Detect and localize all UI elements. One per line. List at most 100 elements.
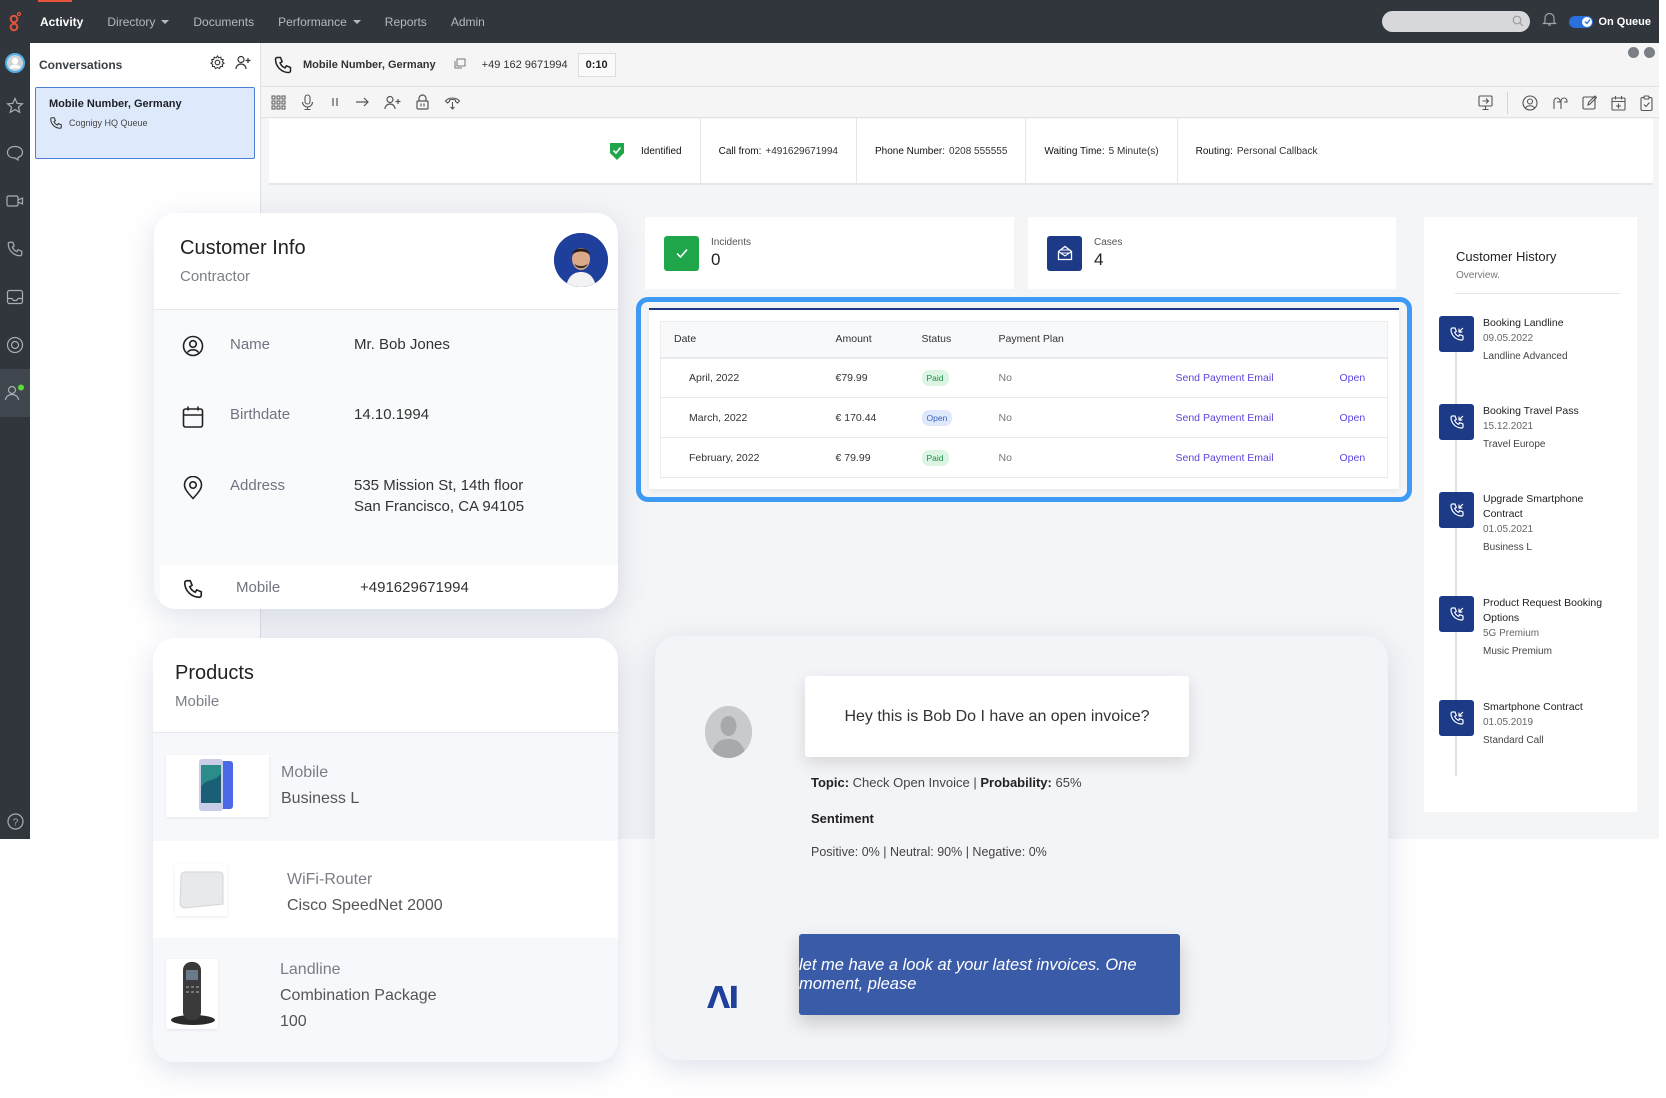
- open-invoice-link[interactable]: Open: [1340, 372, 1366, 384]
- incoming-call-icon[interactable]: [1439, 404, 1474, 440]
- history-subtitle: Overview.: [1456, 270, 1500, 281]
- nav-activity[interactable]: Activity: [40, 15, 83, 29]
- nav-performance[interactable]: Performance: [278, 15, 361, 29]
- gear-icon[interactable]: [210, 54, 225, 75]
- product-item[interactable]: WiFi-Router Cisco SpeedNet 2000: [153, 841, 618, 938]
- product-item[interactable]: Landline Combination Package 100: [153, 938, 618, 1062]
- agent-status-icon[interactable]: [0, 369, 30, 417]
- next-icon[interactable]: [1644, 47, 1655, 58]
- add-participant-icon[interactable]: [235, 55, 251, 75]
- panel-nav: [1628, 47, 1655, 58]
- column-header-action: [1175, 321, 1330, 359]
- genesys-logo-icon[interactable]: [0, 0, 30, 43]
- customer-info-title: Customer Info: [180, 237, 306, 259]
- address-line-2: San Francisco, CA 94105: [354, 498, 525, 515]
- disconnect-icon[interactable]: [444, 95, 461, 110]
- cases-card[interactable]: Cases 4: [1028, 217, 1396, 289]
- ai-message-bubble: let me have a look at your latest invoic…: [799, 934, 1180, 1015]
- edit-note-icon[interactable]: [1582, 95, 1597, 110]
- inbox-icon[interactable]: [0, 273, 30, 321]
- incoming-call-icon[interactable]: [1439, 596, 1474, 632]
- toggle-switch[interactable]: [1569, 15, 1594, 28]
- history-item-title: Upgrade Smartphone Contract: [1483, 493, 1584, 520]
- contact-icon[interactable]: [1522, 94, 1538, 111]
- bell-icon[interactable]: [1542, 11, 1558, 32]
- nav-reports[interactable]: Reports: [385, 15, 427, 29]
- field-label: Call from:: [718, 145, 762, 157]
- cases-count: 4: [1094, 249, 1104, 269]
- call-name: Mobile Number, Germany: [303, 58, 436, 71]
- screen-share-icon[interactable]: [1478, 94, 1493, 111]
- field-label: Name: [230, 336, 271, 353]
- history-item-title: Smartphone Contract: [1483, 701, 1583, 713]
- history-item-date: 5G Premium: [1483, 628, 1540, 639]
- product-detail: Cisco SpeedNet 2000: [287, 897, 443, 914]
- on-queue-toggle[interactable]: On Queue: [1569, 15, 1651, 28]
- send-payment-email-link[interactable]: Send Payment Email: [1176, 372, 1274, 384]
- invoice-date: February, 2022: [660, 437, 823, 478]
- column-header-open: [1329, 321, 1388, 359]
- history-item-title: Booking Travel Pass: [1483, 405, 1579, 417]
- hold-icon[interactable]: [329, 96, 341, 108]
- invoice-amount: € 170.44: [822, 397, 909, 438]
- send-payment-email-link[interactable]: Send Payment Email: [1176, 452, 1274, 464]
- conversation-item[interactable]: Mobile Number, Germany Cognigy HQ Queue: [35, 87, 255, 159]
- phone-icon: [274, 56, 292, 73]
- table-row: February, 2022 € 79.99 Paid No Send Paym…: [660, 437, 1388, 478]
- chat-bubble-icon[interactable]: [0, 129, 30, 177]
- help-icon[interactable]: ?: [0, 809, 30, 833]
- previous-icon[interactable]: [1628, 47, 1639, 58]
- wifi-router-image: [175, 864, 227, 916]
- nav-directory[interactable]: Directory: [107, 15, 170, 29]
- field-label: Mobile: [236, 579, 281, 596]
- search-icon: [1513, 15, 1524, 27]
- send-payment-email-link[interactable]: Send Payment Email: [1176, 412, 1274, 424]
- column-header-date: Date: [660, 321, 823, 359]
- products-subtitle: Mobile: [175, 693, 220, 710]
- field-label: Routing:: [1195, 145, 1233, 157]
- topic-label: Topic:: [811, 775, 850, 790]
- history-item: Booking Landline 09.05.2022 Landline Advan…: [1439, 316, 1637, 404]
- user-message-bubble: Hey this is Bob Do I have an open invoic…: [805, 676, 1189, 757]
- search-input[interactable]: [1382, 11, 1531, 32]
- invoice-amount: €79.99: [822, 357, 909, 398]
- field-label: Waiting Time:: [1044, 145, 1105, 157]
- nav-documents[interactable]: Documents: [193, 15, 254, 29]
- star-icon[interactable]: [0, 83, 30, 129]
- phone-icon[interactable]: [0, 225, 30, 273]
- schedule-callback-icon[interactable]: [1611, 95, 1626, 111]
- product-item[interactable]: Mobile Business L: [153, 733, 618, 841]
- probability-label: Probability:: [980, 775, 1052, 790]
- clipboard-check-icon[interactable]: [1640, 94, 1653, 111]
- incidents-card[interactable]: Incidents 0: [645, 217, 1014, 289]
- identified-label: Identified: [641, 145, 682, 157]
- field-label: Phone Number:: [874, 145, 946, 157]
- copy-icon[interactable]: [454, 58, 466, 72]
- ai-logo-icon: ΛI: [707, 981, 739, 1016]
- lifebuoy-icon[interactable]: [0, 321, 30, 369]
- incoming-call-icon[interactable]: [1439, 316, 1474, 352]
- incoming-call-icon[interactable]: [1439, 492, 1474, 528]
- nav-admin[interactable]: Admin: [451, 15, 485, 29]
- invoice-date: April, 2022: [660, 357, 823, 398]
- secure-pause-icon[interactable]: [415, 94, 430, 110]
- history-item-date: 09.05.2022: [1483, 333, 1534, 344]
- user-avatar-icon: [705, 706, 752, 758]
- phone-number-field: Phone Number: 0208 555555: [857, 118, 1027, 184]
- add-participant-icon[interactable]: [384, 95, 401, 110]
- microphone-icon[interactable]: [300, 94, 315, 110]
- customer-field-address: Address 535 Mission St, 14th floor San Fr…: [154, 475, 618, 565]
- invoice-date: March, 2022: [660, 397, 823, 438]
- profile-avatar-icon[interactable]: [0, 43, 30, 83]
- transfer-icon[interactable]: [355, 96, 370, 108]
- on-queue-label: On Queue: [1598, 15, 1651, 28]
- video-icon[interactable]: [0, 177, 30, 225]
- incoming-call-icon[interactable]: [1439, 700, 1474, 736]
- divider: [1455, 293, 1620, 294]
- open-invoice-link[interactable]: Open: [1340, 412, 1366, 424]
- dialpad-icon[interactable]: [271, 95, 286, 110]
- sentiment-values: Positive: 0% | Neutral: 90% | Negative: …: [811, 845, 1047, 859]
- open-invoice-link[interactable]: Open: [1340, 452, 1366, 464]
- conversation-title: Mobile Number, Germany: [49, 98, 182, 110]
- quote-icon[interactable]: [1552, 96, 1568, 110]
